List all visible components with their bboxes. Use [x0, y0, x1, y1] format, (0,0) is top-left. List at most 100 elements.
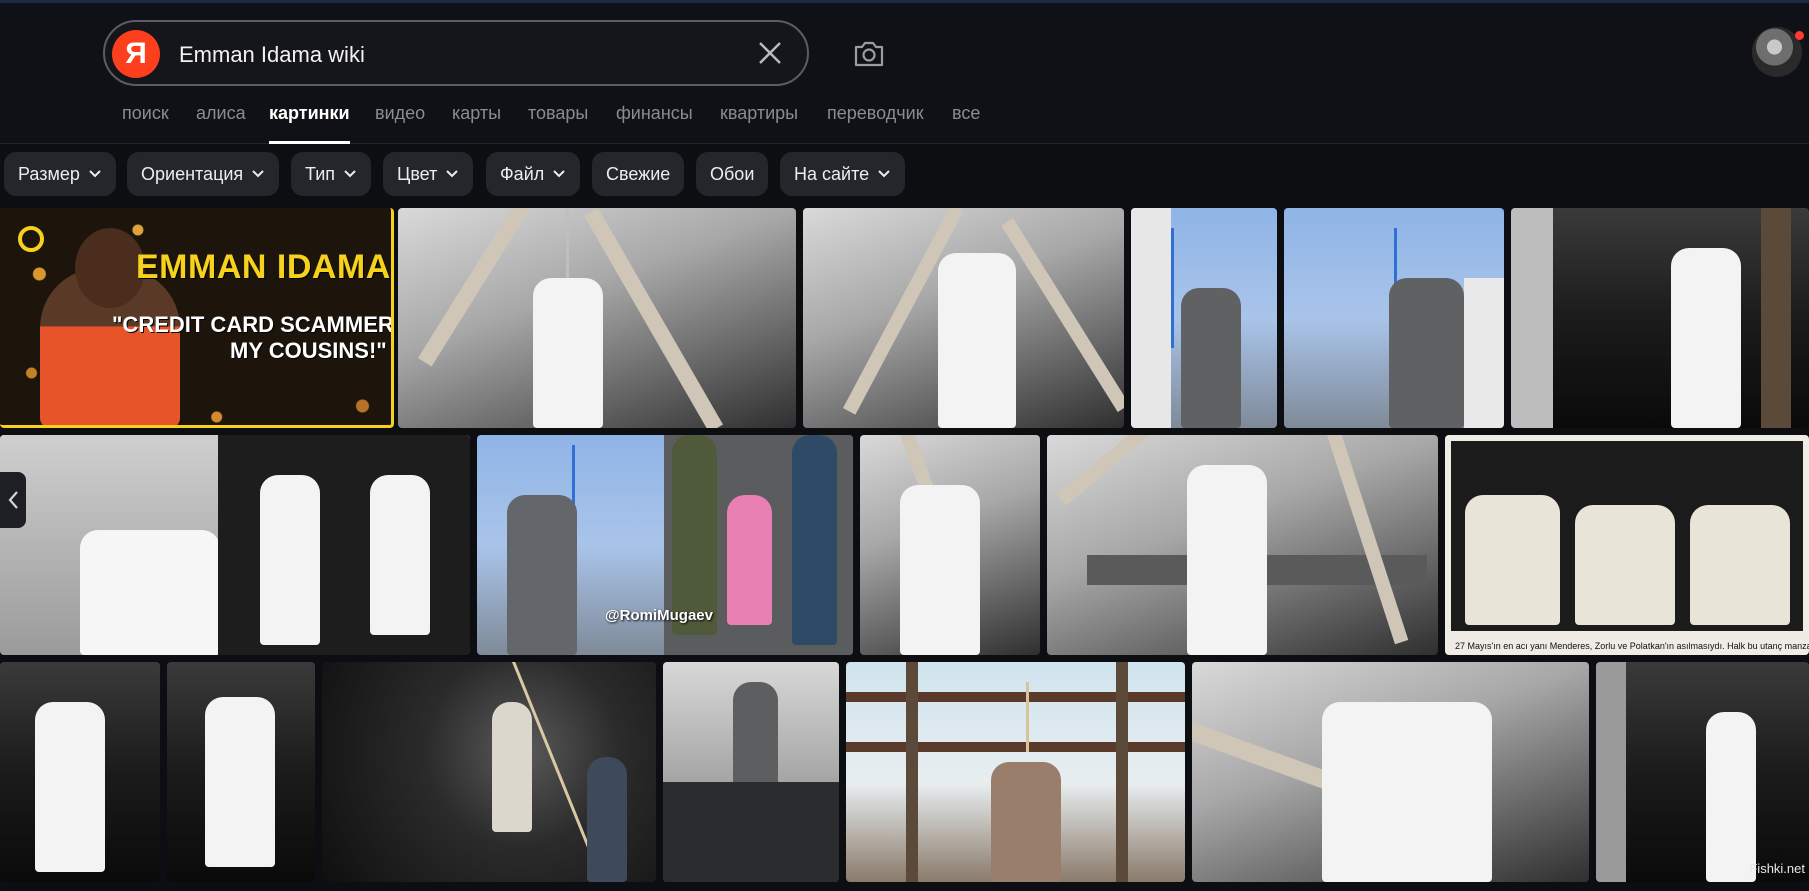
- image-result[interactable]: Fishki.net: [1596, 662, 1809, 882]
- thumbnail-figure: [370, 475, 430, 635]
- chevron-down-icon: [553, 170, 565, 178]
- thumbnail-figure: [1322, 702, 1492, 882]
- notification-dot: [1795, 31, 1804, 40]
- thumbnail-figure: [492, 702, 532, 832]
- thumbnail-figure: [727, 495, 772, 625]
- image-result[interactable]: [860, 435, 1040, 655]
- camera-icon[interactable]: [852, 39, 886, 69]
- tab-translator[interactable]: переводчик: [827, 103, 924, 124]
- image-result[interactable]: [1192, 662, 1589, 882]
- thumbnail-shape: [1171, 228, 1174, 348]
- tab-maps[interactable]: карты: [452, 103, 501, 124]
- filter-label: Тип: [305, 163, 336, 184]
- comedy-central-logo-icon: [18, 226, 44, 252]
- tab-video[interactable]: видео: [375, 103, 425, 124]
- search-tabs: поиск алиса картинки видео карты товары …: [0, 103, 1100, 144]
- image-result[interactable]: EMMAN IDAMA "CREDIT CARD SCAMMERS... MY …: [0, 208, 394, 428]
- image-result[interactable]: [398, 208, 796, 428]
- thumbnail-figure: [1671, 248, 1741, 428]
- tab-all[interactable]: все: [952, 103, 980, 124]
- search-bar[interactable]: Я Emman Idama wiki: [103, 20, 809, 86]
- filter-color[interactable]: Цвет: [383, 152, 474, 196]
- thumbnail-shape: [1001, 218, 1124, 412]
- thumbnail-figure: [205, 697, 275, 867]
- filter-file[interactable]: Файл: [486, 152, 581, 196]
- thumbnail-shape: [584, 208, 723, 428]
- thumbnail-shape: [1116, 662, 1128, 882]
- thumbnail-figure: [260, 475, 320, 645]
- thumbnail-shape: [846, 742, 1185, 752]
- filter-label: Свежие: [606, 163, 671, 184]
- filter-size[interactable]: Размер: [4, 152, 116, 196]
- thumbnail-figure: [1690, 505, 1790, 625]
- filter-label: Цвет: [397, 163, 438, 184]
- image-result[interactable]: [1511, 208, 1809, 428]
- image-result[interactable]: @RomiMugaev: [477, 435, 853, 655]
- yandex-logo-icon[interactable]: Я: [112, 30, 160, 78]
- tab-apartments[interactable]: квартиры: [720, 103, 798, 124]
- image-result[interactable]: [1284, 208, 1504, 428]
- thumbnail-figure: [672, 435, 717, 635]
- image-result[interactable]: [663, 662, 839, 882]
- filter-type[interactable]: Тип: [291, 152, 372, 196]
- thumbnail-shape: [846, 692, 1185, 702]
- tab-products[interactable]: товары: [528, 103, 588, 124]
- thumbnail-shape: [1327, 435, 1409, 645]
- thumbnail-shape: [1192, 722, 1333, 791]
- image-result[interactable]: [0, 435, 470, 655]
- chevron-down-icon: [878, 170, 890, 178]
- chevron-down-icon: [89, 170, 101, 178]
- thumbnail-figure: [991, 762, 1061, 882]
- tab-images[interactable]: картинки: [269, 103, 350, 144]
- chevron-down-icon: [252, 170, 264, 178]
- image-result[interactable]: [803, 208, 1124, 428]
- thumbnail-shape: [1026, 682, 1029, 752]
- thumbnail-figure: [75, 228, 145, 308]
- image-result[interactable]: [846, 662, 1185, 882]
- tab-alice[interactable]: алиса: [196, 103, 246, 124]
- filter-wallpapers[interactable]: Обои: [696, 152, 769, 196]
- user-avatar[interactable]: [1752, 27, 1804, 77]
- thumbnail-figure: [35, 702, 105, 872]
- filter-label: На сайте: [794, 163, 870, 184]
- thumbnail-figure: [792, 435, 837, 645]
- thumbnail-figure: [1187, 465, 1267, 655]
- search-input[interactable]: Emman Idama wiki: [179, 42, 365, 68]
- thumbnail-figure: [533, 278, 603, 428]
- thumbnail-shape: [1596, 662, 1626, 882]
- thumbnail-figure: [900, 485, 980, 655]
- thumbnail-quote: "CREDIT CARD SCAMMERS...: [112, 312, 394, 337]
- thumbnail-shape: [663, 782, 839, 882]
- thumbnail-figure: [938, 253, 1016, 428]
- thumbnail-shape: [1131, 208, 1171, 428]
- thumbnail-shape: [218, 435, 470, 655]
- image-result[interactable]: [1047, 435, 1438, 655]
- thumbnail-shape: [906, 662, 918, 882]
- chevron-left-icon: [8, 491, 18, 509]
- filter-label: Ориентация: [141, 163, 244, 184]
- thumbnail-shape: [566, 208, 569, 278]
- filter-orientation[interactable]: Ориентация: [127, 152, 280, 196]
- thumbnail-figure: [1181, 288, 1241, 428]
- image-result[interactable]: [167, 662, 315, 882]
- filter-on-site[interactable]: На сайте: [780, 152, 906, 196]
- site-watermark: Fishki.net: [1749, 861, 1805, 876]
- thumbnail-figure: [1389, 278, 1464, 428]
- thumbnail-shape: [1464, 278, 1504, 428]
- image-result[interactable]: [322, 662, 656, 882]
- chevron-down-icon: [344, 170, 356, 178]
- thumbnail-figure: [1465, 495, 1560, 625]
- previous-button[interactable]: [0, 472, 26, 528]
- image-result[interactable]: [0, 662, 160, 882]
- tab-finance[interactable]: финансы: [616, 103, 693, 124]
- thumbnail-figure: [587, 757, 627, 882]
- image-result[interactable]: 27 Mayıs'ın en acı yanı Menderes, Zorlu …: [1445, 435, 1809, 655]
- tab-search[interactable]: поиск: [122, 103, 169, 124]
- filter-label: Файл: [500, 163, 545, 184]
- close-icon[interactable]: [757, 40, 783, 66]
- image-result[interactable]: [1131, 208, 1277, 428]
- filter-bar: Размер Ориентация Тип Цвет Файл Свежие О…: [0, 152, 1809, 198]
- thumbnail-figure: [1575, 505, 1675, 625]
- filter-fresh[interactable]: Свежие: [592, 152, 685, 196]
- thumbnail-figure: [507, 495, 577, 655]
